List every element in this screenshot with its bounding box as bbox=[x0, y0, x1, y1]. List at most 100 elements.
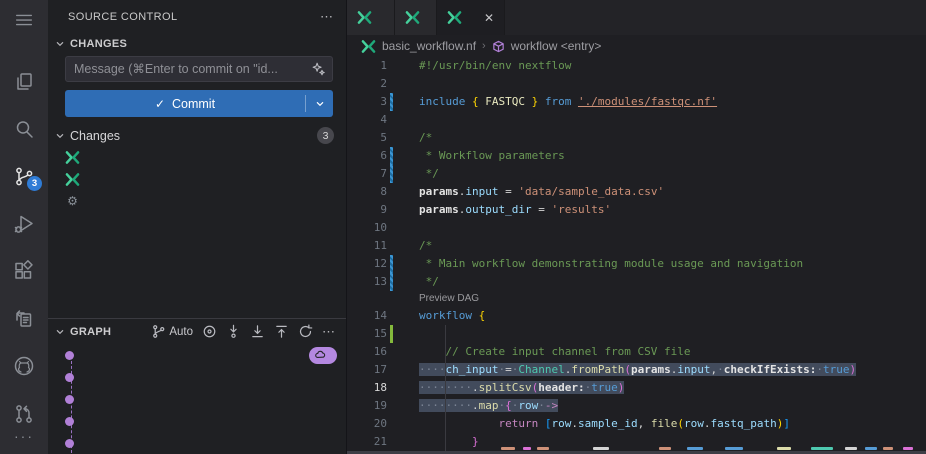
run-debug-icon[interactable] bbox=[0, 210, 48, 238]
code-line[interactable]: 14 workflow { bbox=[347, 307, 926, 325]
code-line[interactable]: 8params.input = 'data/sample_data.csv' bbox=[347, 183, 926, 201]
changes-tree-header[interactable]: Changes 3 bbox=[48, 125, 346, 146]
line-number[interactable]: 7 bbox=[347, 165, 387, 183]
line-number[interactable]: 10 bbox=[347, 219, 387, 237]
commit-row[interactable] bbox=[48, 410, 346, 432]
line-number[interactable]: 12 bbox=[347, 255, 387, 273]
changes-count-badge: 3 bbox=[317, 127, 334, 144]
breadcrumb-symbol[interactable]: workflow <entry> bbox=[511, 39, 602, 53]
line-number[interactable]: 4 bbox=[347, 111, 387, 129]
commit-button[interactable]: ✓ Commit bbox=[65, 90, 333, 117]
modified-gutter-mark[interactable] bbox=[390, 273, 393, 291]
code-area[interactable]: 1#!/usr/bin/env nextflow23 include { FAST… bbox=[347, 57, 926, 454]
code-line[interactable]: 3 include { FASTQC } from './modules/fast… bbox=[347, 93, 926, 111]
code-text: workflow { bbox=[397, 307, 485, 325]
menu-icon[interactable] bbox=[0, 6, 48, 34]
commit-message-input[interactable] bbox=[74, 62, 310, 76]
auto-branch-toggle[interactable]: Auto bbox=[151, 324, 193, 339]
line-number[interactable]: 9 bbox=[347, 201, 387, 219]
sparkle-icon[interactable] bbox=[310, 61, 326, 77]
pull-icon[interactable] bbox=[250, 324, 265, 339]
graph-section-header[interactable]: GRAPH Auto bbox=[48, 319, 346, 344]
source-control-icon[interactable]: 3 bbox=[0, 162, 48, 190]
code-line[interactable]: 7 */ bbox=[347, 165, 926, 183]
code-line[interactable]: 2 bbox=[347, 75, 926, 93]
editor-tab[interactable]: ✕ bbox=[437, 0, 505, 35]
editor-tab[interactable] bbox=[395, 0, 437, 35]
code-line[interactable]: 11/* bbox=[347, 237, 926, 255]
breadcrumb[interactable]: basic_workflow.nf › workflow <entry> bbox=[347, 35, 926, 57]
search-icon[interactable] bbox=[0, 115, 48, 143]
branch-badge[interactable] bbox=[309, 347, 337, 364]
breadcrumb-separator: › bbox=[482, 40, 486, 52]
line-number[interactable]: 17 bbox=[347, 361, 387, 379]
code-line[interactable]: 12 * Main workflow demonstrating module … bbox=[347, 255, 926, 273]
breadcrumb-file[interactable]: basic_workflow.nf bbox=[382, 39, 476, 53]
gear-icon: ⚙ bbox=[65, 194, 80, 208]
modified-gutter-mark[interactable] bbox=[390, 255, 393, 273]
panel-overflow-icon[interactable]: ⋯ bbox=[320, 9, 334, 25]
line-number[interactable]: 19 bbox=[347, 397, 387, 415]
line-number[interactable]: 18 bbox=[347, 379, 387, 397]
changed-file-row[interactable] bbox=[48, 146, 346, 168]
line-number[interactable]: 20 bbox=[347, 415, 387, 433]
code-line[interactable]: 13 */ bbox=[347, 273, 926, 291]
line-number[interactable]: 15 bbox=[347, 325, 387, 343]
code-line[interactable]: 10 bbox=[347, 219, 926, 237]
line-number[interactable]: 14 bbox=[347, 307, 387, 325]
changes-section-header[interactable]: CHANGES bbox=[48, 33, 346, 54]
line-number[interactable]: 8 bbox=[347, 183, 387, 201]
line-number[interactable]: 3 bbox=[347, 93, 387, 111]
commit-dropdown-button[interactable] bbox=[306, 90, 333, 117]
close-icon[interactable]: ✕ bbox=[484, 11, 494, 25]
graph-overflow-icon[interactable]: ⋯ bbox=[322, 324, 336, 340]
modified-gutter-mark[interactable] bbox=[390, 147, 393, 165]
added-gutter-mark[interactable] bbox=[390, 325, 393, 343]
target-icon[interactable] bbox=[202, 324, 217, 339]
commit-dot-icon bbox=[65, 417, 74, 426]
fetch-icon[interactable] bbox=[226, 324, 241, 339]
code-line[interactable]: 20 return [row.sample_id, file(row.fastq… bbox=[347, 415, 926, 433]
line-number[interactable]: 13 bbox=[347, 273, 387, 291]
code-line[interactable]: 1#!/usr/bin/env nextflow bbox=[347, 57, 926, 75]
gutter bbox=[387, 397, 397, 415]
code-line[interactable]: 9params.output_dir = 'results' bbox=[347, 201, 926, 219]
modified-gutter-mark[interactable] bbox=[390, 165, 393, 183]
refresh-icon[interactable] bbox=[298, 324, 313, 339]
modified-gutter-mark[interactable] bbox=[390, 93, 393, 111]
editor-tab[interactable] bbox=[347, 0, 395, 35]
changed-file-row[interactable] bbox=[48, 168, 346, 190]
line-number[interactable]: 5 bbox=[347, 129, 387, 147]
code-line[interactable]: 17····ch_input·=·Channel.fromPath(params… bbox=[347, 361, 926, 379]
code-text: include { FASTQC } from './modules/fastq… bbox=[397, 93, 717, 111]
line-number[interactable]: 1 bbox=[347, 57, 387, 75]
code-line[interactable]: 6 * Workflow parameters bbox=[347, 147, 926, 165]
line-number[interactable]: 16 bbox=[347, 343, 387, 361]
chevron-down-icon bbox=[54, 326, 66, 338]
commit-row[interactable] bbox=[48, 344, 346, 366]
commit-row[interactable] bbox=[48, 366, 346, 388]
commit-row[interactable] bbox=[48, 388, 346, 410]
sync-doc-icon[interactable] bbox=[0, 305, 48, 333]
code-line[interactable]: 15 bbox=[347, 325, 926, 343]
code-line[interactable]: 16 // Create input channel from CSV file bbox=[347, 343, 926, 361]
line-number[interactable]: 11 bbox=[347, 237, 387, 255]
code-line[interactable]: 5/* bbox=[347, 129, 926, 147]
line-number[interactable]: 6 bbox=[347, 147, 387, 165]
explorer-icon[interactable] bbox=[0, 67, 48, 95]
push-icon[interactable] bbox=[274, 324, 289, 339]
line-number[interactable]: 2 bbox=[347, 75, 387, 93]
more-views-icon[interactable]: ··· bbox=[14, 428, 34, 444]
extensions-icon[interactable] bbox=[0, 257, 48, 285]
code-line[interactable]: 4 bbox=[347, 111, 926, 129]
vscode-window: 3 ··· SOURCE CONTROL ⋯ CHANGES bbox=[0, 0, 926, 454]
gutter bbox=[387, 147, 397, 165]
code-line[interactable]: 19········.map·{·row·-> bbox=[347, 397, 926, 415]
github-icon[interactable] bbox=[0, 352, 48, 380]
commit-row[interactable] bbox=[48, 432, 346, 454]
changed-file-row[interactable]: ⚙ bbox=[48, 190, 346, 212]
code-line[interactable]: 18········.splitCsv(header:·true) bbox=[347, 379, 926, 397]
codelens-preview-dag[interactable]: Preview DAG bbox=[347, 291, 926, 307]
gutter bbox=[387, 219, 397, 237]
pull-request-icon[interactable] bbox=[0, 400, 48, 428]
